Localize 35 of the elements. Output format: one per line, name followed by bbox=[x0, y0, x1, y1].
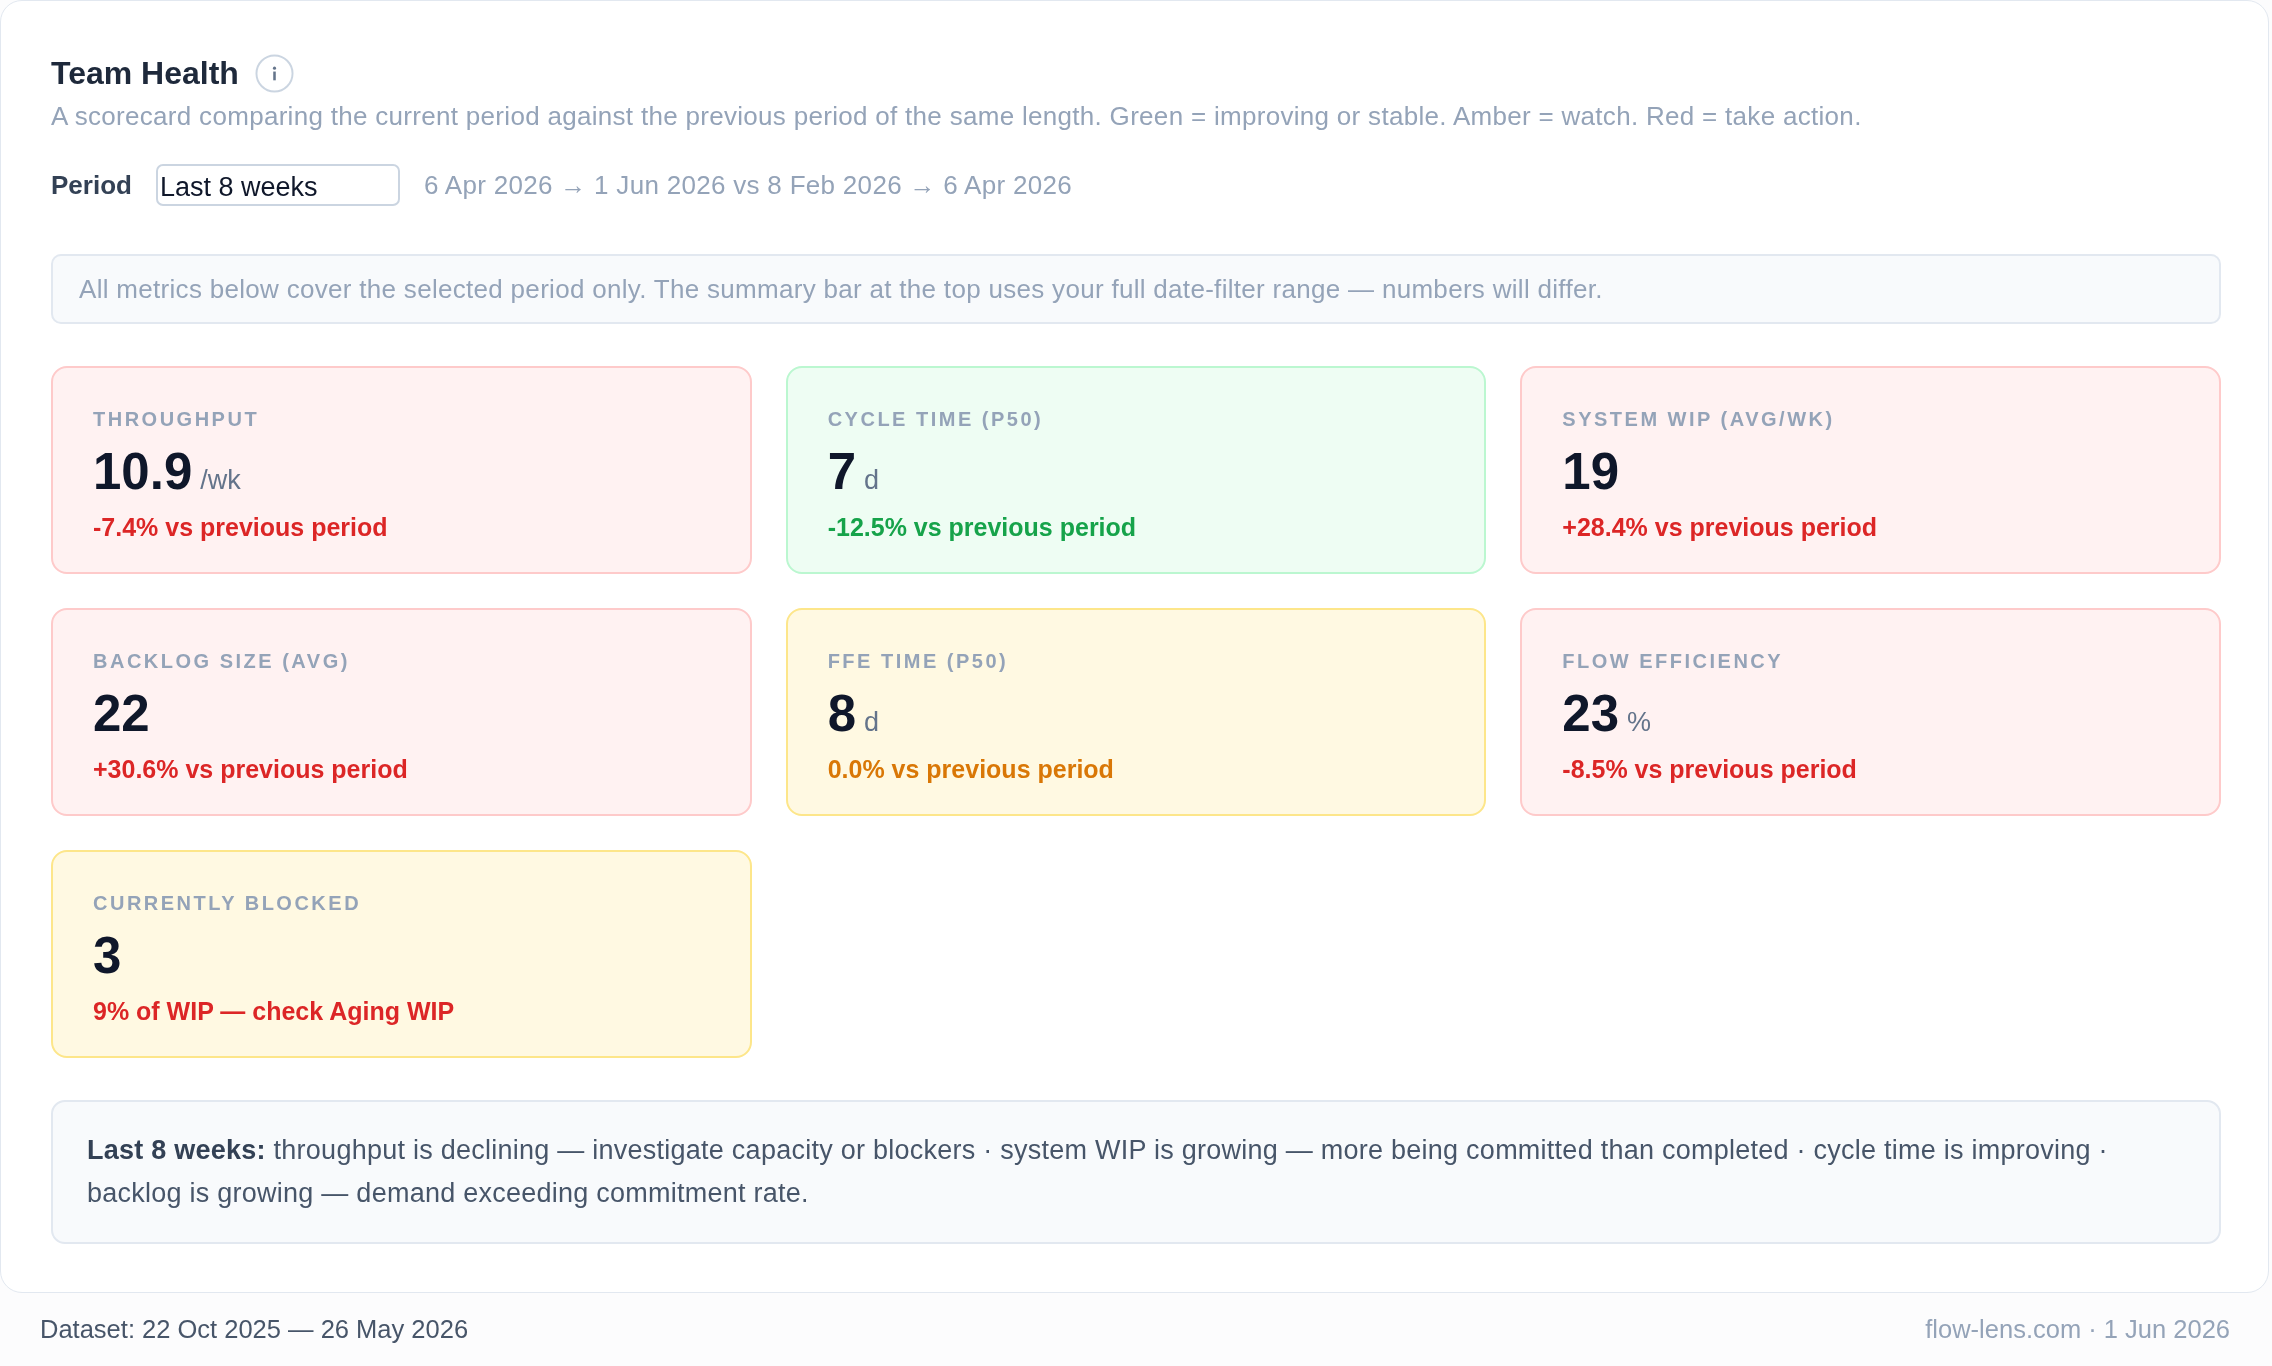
period-label: Period bbox=[51, 169, 132, 201]
metric-value: 10.9 bbox=[93, 443, 193, 501]
metric-change: -12.5% vs previous period bbox=[827, 512, 1138, 543]
metric-change: +28.4% vs previous period bbox=[1562, 512, 1879, 543]
metric-value: 22 bbox=[93, 685, 150, 743]
metric-change: -7.4% vs previous period bbox=[93, 512, 389, 543]
metric-unit: /wk bbox=[200, 465, 241, 496]
info-icon[interactable] bbox=[254, 53, 294, 93]
metric-value: 3 bbox=[93, 927, 122, 985]
metric-change: +30.6% vs previous period bbox=[93, 754, 409, 785]
panel-subtitle: A scorecard comparing the current period against the previous period of the same length. Green = improving or stable. Amber = watch. Red = take action. bbox=[51, 100, 1863, 132]
metric-label: CYCLE TIME (P50) bbox=[827, 407, 1045, 432]
metric-label: FLOW EFFICIENCY bbox=[1562, 649, 1785, 674]
metric-value: 23 bbox=[1562, 685, 1620, 743]
notice-text: All metrics below cover the selected period only. The summary bar at the top uses your full date-filter range — numbers will differ. bbox=[79, 273, 1603, 305]
metric-label: THROUGHPUT bbox=[93, 407, 261, 432]
footer-source: flow-lens.com · 1 Jun 2026 bbox=[1925, 1315, 2230, 1344]
metric-label: CURRENTLY BLOCKED bbox=[93, 891, 363, 916]
period-select[interactable]: Last 8 weeks bbox=[155, 164, 400, 206]
metric-unit: % bbox=[1627, 707, 1652, 738]
metric-change: 0.0% vs previous period bbox=[827, 754, 1115, 785]
metric-label: SYSTEM WIP (AVG/WK) bbox=[1562, 407, 1836, 432]
dataset-range: Dataset: 22 Oct 2025 — 26 May 2026 bbox=[40, 1315, 469, 1344]
summary-text: Last 8 weeks: throughput is declining — investigate capacity or blockers · system WIP is growing — more being committed than completed · cycle time is improving · backlog is growing — demand exceeding commitment rate. bbox=[87, 1134, 2109, 1210]
metric-value: 8 bbox=[827, 685, 857, 743]
metric-unit: d bbox=[864, 707, 880, 738]
period-range: 6 Apr 2026 → 1 Jun 2026 vs 8 Feb 2026 → 6 Apr 2026 bbox=[423, 169, 1073, 201]
metric-value: 19 bbox=[1562, 443, 1620, 501]
panel-title: Team Health bbox=[51, 54, 239, 92]
metric-change: -8.5% vs previous period bbox=[1562, 754, 1858, 785]
metric-change: 9% of WIP — check Aging WIP bbox=[93, 996, 456, 1027]
metric-value: 7 bbox=[827, 443, 857, 501]
metric-unit: d bbox=[864, 465, 880, 496]
metric-label: FFE TIME (P50) bbox=[827, 649, 1010, 674]
metric-label: BACKLOG SIZE (AVG) bbox=[93, 649, 351, 674]
